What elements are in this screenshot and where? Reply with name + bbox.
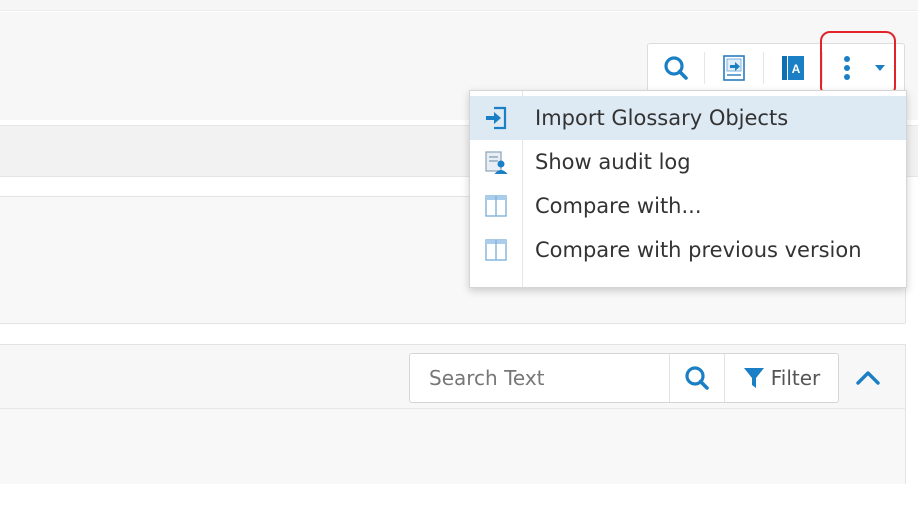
highlight-box	[820, 31, 896, 97]
menu-item-compare-with[interactable]: Compare with...	[470, 184, 906, 228]
glossary-button[interactable]: A	[764, 44, 822, 92]
search-submit-button[interactable]	[670, 354, 724, 402]
compare-icon	[470, 184, 522, 228]
menu-item-label: Compare with previous version	[535, 238, 862, 262]
menu-item-label: Compare with...	[535, 194, 702, 218]
section-body	[0, 408, 906, 486]
collapse-section-button[interactable]	[846, 356, 890, 398]
search-button[interactable]	[648, 44, 704, 92]
menu-item-label: Import Glossary Objects	[535, 106, 789, 130]
export-icon	[723, 55, 745, 81]
import-icon	[470, 96, 522, 140]
export-button[interactable]	[705, 44, 763, 92]
menu-item-import-glossary-objects[interactable]: Import Glossary Objects	[470, 96, 906, 140]
menu-item-label: Show audit log	[535, 150, 691, 174]
filter-label: Filter	[770, 366, 821, 390]
compare-icon	[470, 228, 522, 272]
glossary-icon: A	[782, 56, 804, 80]
menu-item-compare-with-previous-version[interactable]: Compare with previous version	[470, 228, 906, 272]
search-input[interactable]	[410, 354, 689, 402]
search-icon	[685, 366, 709, 390]
search-filter-group: Filter	[409, 353, 839, 403]
filter-icon	[743, 368, 764, 388]
bottom-area	[0, 484, 918, 523]
chevron-up-icon	[856, 371, 880, 385]
search-icon	[664, 56, 688, 80]
menu-item-show-audit-log[interactable]: Show audit log	[470, 140, 906, 184]
svg-text:A: A	[792, 62, 801, 76]
filter-button[interactable]: Filter	[725, 354, 838, 402]
audit-log-icon	[470, 140, 522, 184]
top-strip	[0, 0, 918, 11]
more-actions-menu: Import Glossary Objects Show audit log C…	[469, 90, 907, 288]
